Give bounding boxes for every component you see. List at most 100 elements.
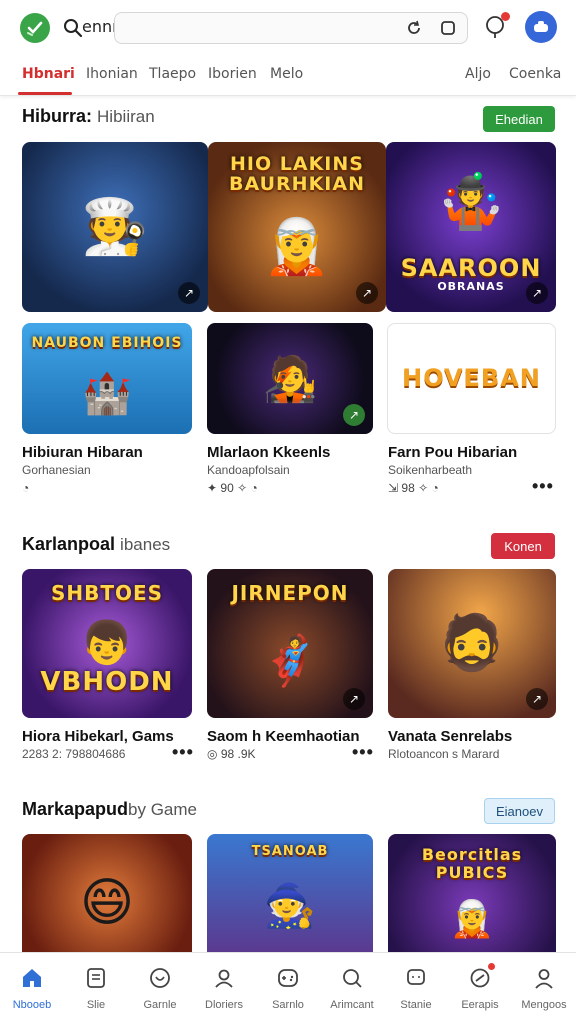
play-icon[interactable]: ↗ [343,404,365,426]
section-title-main: Hiburra: [22,106,93,126]
game-title[interactable]: Hibiuran Hibaran [22,444,143,461]
characters-icon: 🧝 [449,898,495,939]
tab-iborien[interactable]: Iborien [208,66,257,82]
app-logo-icon[interactable] [20,13,50,43]
game-stats: ⇲ 98 ✧ ◔ [388,481,439,495]
game-art-subtitle: VBHODN [40,667,174,697]
chat-icon [403,965,429,991]
section-action-button[interactable]: Konen [491,533,555,559]
game-card[interactable]: SHBTOES 👦 VBHODN [22,569,192,718]
list-icon [83,965,109,991]
user-avatar[interactable] [525,11,557,43]
home-icon [19,965,45,991]
more-options-icon[interactable]: ••• [352,742,374,763]
game-card[interactable]: TSANOAB 🧙 [207,834,373,952]
user-icon [211,965,237,991]
section-action-button[interactable]: Ehedian [483,106,555,132]
game-title[interactable]: Vanata Senrelabs [388,728,512,745]
hero-card-1[interactable]: 🧑‍🍳 ↗ [22,142,208,312]
game-stats: ✦ 90 ✧ ◔ [207,481,258,495]
refresh-icon[interactable] [405,19,423,37]
stat-value: 98 .9K [220,747,256,761]
game-stats: ◎ 98 .9K [207,747,256,761]
nav-item-list[interactable]: Slie [64,953,128,1024]
tab-coenka[interactable]: Coenka [509,66,561,82]
game-art-title: TSANOAB [251,844,329,859]
nav-label: Mengoos [521,999,567,1011]
nav-item-chat[interactable]: Stanie [384,953,448,1024]
gamepad-icon [275,965,301,991]
nav-item-heart[interactable]: Garnle [128,953,192,1024]
nav-label: Dloriers [205,999,243,1011]
nav-item-gamepad[interactable]: Sarnlo [256,953,320,1024]
section-title-sub: ibanes [120,535,171,554]
section-action-button[interactable]: Eianoev [484,798,555,824]
profile-icon [531,965,557,991]
stat-value: 90 [220,481,234,495]
play-icon[interactable]: ↗ [526,688,548,710]
tab-tlaepo[interactable]: Tlaepo [149,66,196,82]
nav-item-profile[interactable]: Mengoos [512,953,576,1024]
play-icon[interactable]: ↗ [526,282,548,304]
nav-item-user[interactable]: Dloriers [192,953,256,1024]
game-subtitle: Kandoapfolsain [207,463,290,477]
nav-item-search[interactable]: Arimcant [320,953,384,1024]
clock-icon: ◔ [22,481,30,495]
search-icon[interactable] [62,17,84,39]
game-title[interactable]: Hiora Hibekarl, Gams [22,728,174,745]
tab-aljo[interactable]: Aljo [465,66,491,82]
badge-icon [467,963,495,991]
game-art-title: HOVEBAN [402,364,541,392]
game-subtitle: Rlotoancon s Marard [388,747,500,761]
more-options-icon[interactable]: ••• [532,476,554,497]
hero-card-2[interactable]: HIO LAKINS BAURHKIAN 🧝 ↗ [208,142,386,312]
character-icon: 😄 [79,874,135,932]
nav-label: Arimcant [330,999,374,1011]
section-title-sub: by Game [128,800,198,819]
game-title[interactable]: Mlarlaon Kkeenls [207,444,330,461]
active-tab-indicator [18,92,72,95]
game-card[interactable]: Beorcitlas PUBICS 🧝 [388,834,556,952]
tab-melo[interactable]: Melo [270,66,303,82]
nav-item-home[interactable]: Nbooeb [0,953,64,1024]
stat-value: 98 [401,481,415,495]
game-art-title: JIRNEPON [231,581,349,605]
nav-label: Sarnlo [272,999,304,1011]
game-art-title: NAUBON EBIHOIS [31,335,183,351]
castle-icon: 🏰 [82,372,132,416]
section-title-sub: Hibiiran [97,107,155,126]
play-icon[interactable]: ↗ [178,282,200,304]
hero-card-3[interactable]: 🤹 SAAROON OBRANAS ↗ [386,142,556,312]
section-title: Karlanpoal ibanes [22,534,170,555]
section-title: Markapapudby Game [22,799,197,820]
game-subtitle: 2283 2: 798804686 [22,747,126,761]
game-title[interactable]: Farn Pou Hibarian [388,444,517,461]
notification-dot [488,963,495,970]
nav-label: Garnle [143,999,177,1011]
game-card[interactable]: JIRNEPON 🦸 ↗ [207,569,373,718]
bottom-navigation: Nbooeb Slie Garnle Dloriers Sarnlo Arimc… [0,952,576,1024]
section-title: Hiburra: Hibiiran [22,106,155,127]
section-title-main: Markapapud [22,799,129,819]
notification-icon[interactable] [484,12,510,40]
play-icon[interactable]: ↗ [343,688,365,710]
characters-icon: 🧙 [263,881,317,929]
search-input[interactable] [114,12,468,44]
nav-label: Eerapis [461,999,499,1011]
game-title[interactable]: Saom h Keemhaotian [207,728,360,745]
tab-ihonian[interactable]: Ihonian [86,66,138,82]
game-card[interactable]: HOVEBAN [387,323,556,434]
game-subtitle: Gorhanesian [22,463,91,477]
game-card[interactable]: 🧔 ↗ [388,569,556,718]
game-art-title: Beorcitlas PUBICS [421,845,523,882]
game-card[interactable]: 🧑‍🎤 ↗ [207,323,373,434]
hero-card-title: SAAROON [400,254,542,282]
game-card[interactable]: NAUBON EBIHOIS 🏰 [22,323,192,434]
nav-label: Stanie [400,999,432,1011]
tab-hbnari[interactable]: Hbnari [22,66,75,82]
nav-item-badge[interactable]: Eerapis [448,953,512,1024]
more-options-icon[interactable]: ••• [172,742,194,763]
scan-icon[interactable] [439,19,457,37]
game-card[interactable]: 😄 [22,834,192,952]
play-icon[interactable]: ↗ [356,282,378,304]
